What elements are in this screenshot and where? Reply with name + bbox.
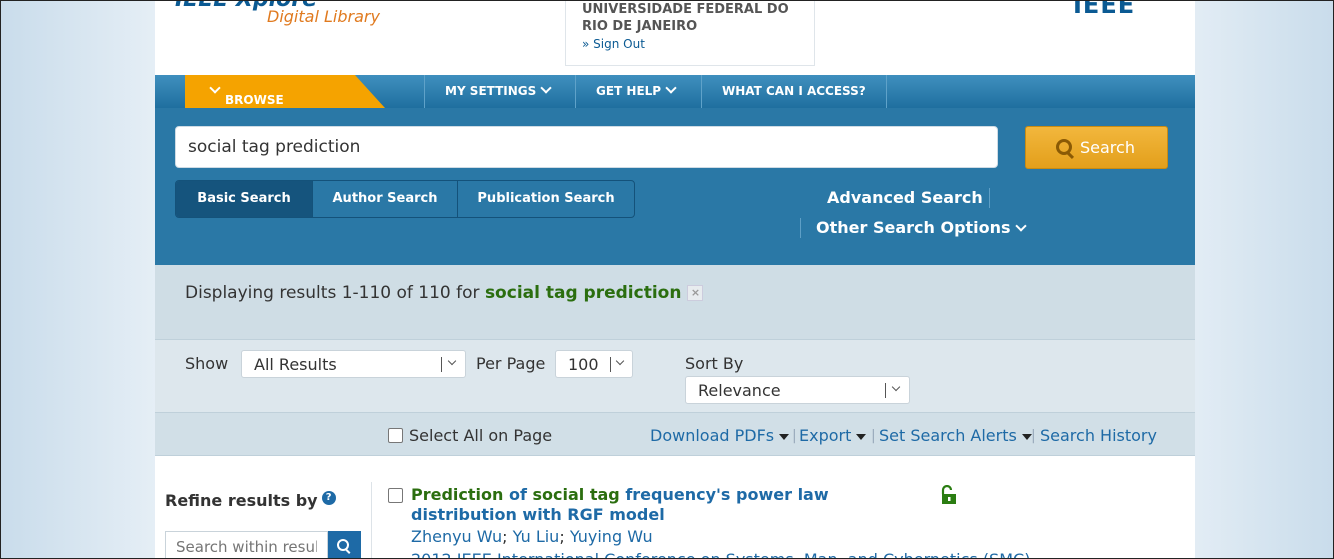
result-authors: Zhenyu Wu; Yu Liu; Yuying Wu	[411, 527, 653, 546]
main-nav: BROWSE MY SETTINGS GET HELP WHAT CAN I A…	[155, 75, 1195, 108]
export-menu[interactable]: Export	[799, 426, 867, 445]
nav-browse-label: BROWSE	[225, 93, 284, 107]
divider	[989, 188, 990, 208]
refine-heading: Refine results by?	[165, 491, 336, 510]
search-type-tabs: Basic Search Author Search Publication S…	[175, 180, 635, 218]
chevron-down-icon	[209, 82, 221, 94]
ieee-logo[interactable]: IEEE	[1073, 1, 1135, 19]
tab-author-search[interactable]: Author Search	[313, 181, 458, 217]
search-input[interactable]	[175, 126, 998, 168]
caret-down-icon	[856, 433, 867, 440]
divider	[800, 218, 801, 238]
nav-what-can-i-access-label: WHAT CAN I ACCESS?	[722, 84, 866, 98]
divider: |	[1031, 428, 1036, 444]
search-history-link[interactable]: Search History	[1040, 426, 1157, 445]
advanced-search-link[interactable]: Advanced Search	[827, 188, 983, 207]
divider: |	[792, 428, 797, 444]
results-count-text: Displaying results 1-110 of 110 for	[185, 283, 480, 303]
results-summary: Displaying results 1-110 of 110 for soci…	[155, 265, 1195, 339]
divider: |	[871, 428, 876, 444]
divider	[371, 482, 372, 558]
other-search-options[interactable]: Other Search Options	[816, 218, 1027, 237]
set-search-alerts-menu[interactable]: Set Search Alerts	[879, 426, 1032, 445]
tab-publication-search[interactable]: Publication Search	[458, 181, 634, 217]
per-page-label: Per Page	[476, 354, 546, 373]
search-within-button[interactable]	[328, 531, 361, 558]
search-icon	[1056, 139, 1072, 155]
sign-out-link[interactable]: » Sign Out	[582, 37, 645, 51]
search-band: Search Basic Search Author Search Public…	[155, 108, 1195, 265]
nav-browse[interactable]: BROWSE	[185, 75, 385, 108]
chevron-down-icon	[665, 82, 677, 94]
download-pdfs-label: Download PDFs	[650, 426, 775, 445]
result-checkbox[interactable]	[388, 488, 403, 503]
author-separator: ;	[559, 527, 565, 546]
sort-by-label: Sort By	[685, 354, 744, 373]
nav-get-help[interactable]: GET HELP	[575, 75, 702, 108]
query-highlight: social tag prediction	[484, 283, 682, 303]
nav-what-can-i-access[interactable]: WHAT CAN I ACCESS?	[701, 75, 887, 108]
title-text: of	[508, 485, 527, 504]
nav-my-settings-label: MY SETTINGS	[445, 84, 537, 98]
select-all-label: Select All on Page	[409, 426, 553, 445]
chevron-down-icon	[891, 382, 901, 392]
page: IEEE Xplore Digital Library UNIVERSIDADE…	[155, 1, 1195, 558]
clear-query-icon[interactable]: ×	[687, 285, 704, 301]
other-search-options-label: Other Search Options	[816, 218, 1011, 237]
download-pdfs-menu[interactable]: Download PDFs	[650, 426, 790, 445]
result-actions: Select All on Page Download PDFs | Expor…	[155, 412, 1195, 456]
chevron-down-icon	[615, 356, 625, 366]
publication-link[interactable]: 2012 IEEE International Conference on Sy…	[411, 550, 1030, 558]
show-select-value: All Results	[254, 355, 337, 374]
search-icon	[337, 539, 349, 551]
sort-by-value: Relevance	[698, 381, 781, 400]
caret-down-icon	[779, 433, 790, 440]
select-divider	[441, 357, 442, 372]
result-title-link[interactable]: Prediction of social tag frequency's pow…	[411, 485, 921, 525]
help-icon[interactable]: ?	[321, 491, 336, 505]
refine-heading-label: Refine results by	[165, 491, 318, 510]
select-divider	[610, 357, 611, 372]
set-search-alerts-label: Set Search Alerts	[879, 426, 1017, 445]
author-link[interactable]: Yu Liu	[513, 527, 560, 546]
chevron-down-icon	[1014, 220, 1027, 232]
result-controls: Show All Results Per Page 100 Sort By Re…	[155, 339, 1195, 413]
chevron-down-icon	[447, 356, 457, 366]
per-page-select[interactable]: 100	[555, 350, 633, 378]
search-within-input[interactable]	[165, 531, 328, 558]
institution-box: UNIVERSIDADE FEDERAL DO RIO DE JANEIRO »…	[565, 1, 815, 66]
search-button[interactable]: Search	[1025, 126, 1168, 169]
title-highlight: social tag	[532, 485, 620, 504]
author-link[interactable]: Yuying Wu	[570, 527, 653, 546]
browser-viewport: IEEE Xplore Digital Library UNIVERSIDADE…	[0, 0, 1334, 559]
show-label: Show	[185, 354, 229, 373]
export-label: Export	[799, 426, 852, 445]
author-separator: ;	[502, 527, 508, 546]
digital-library-logo: Digital Library	[267, 7, 380, 26]
show-select[interactable]: All Results	[241, 350, 466, 378]
search-button-label: Search	[1080, 138, 1135, 157]
select-all-checkbox[interactable]	[388, 428, 403, 443]
tab-basic-search[interactable]: Basic Search	[176, 181, 313, 217]
select-divider	[885, 383, 886, 398]
nav-get-help-label: GET HELP	[596, 84, 662, 98]
title-highlight: Prediction	[411, 485, 504, 504]
per-page-value: 100	[568, 355, 599, 374]
sort-by-select[interactable]: Relevance	[685, 376, 910, 404]
chevron-down-icon	[540, 82, 552, 94]
author-link[interactable]: Zhenyu Wu	[411, 527, 502, 546]
open-access-lock-icon	[941, 485, 956, 504]
nav-my-settings[interactable]: MY SETTINGS	[424, 75, 575, 108]
institution-name: UNIVERSIDADE FEDERAL DO RIO DE JANEIRO	[582, 2, 789, 34]
